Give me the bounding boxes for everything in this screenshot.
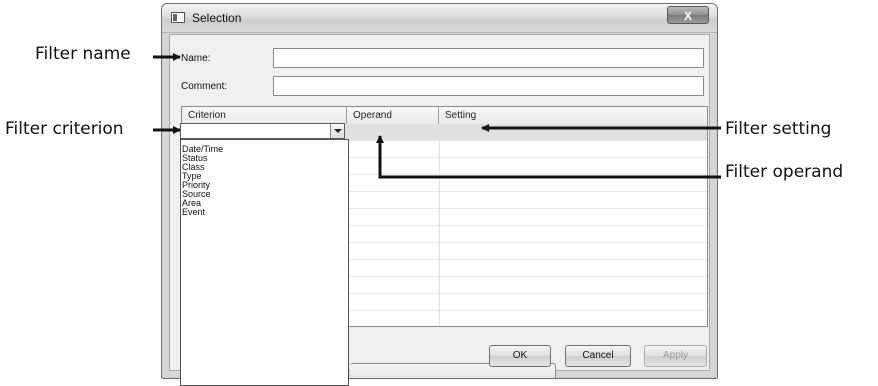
close-button[interactable]: X: [667, 6, 709, 24]
comment-input[interactable]: [273, 76, 704, 96]
column-header-setting[interactable]: Setting: [439, 107, 707, 124]
dropdown-arrow-icon: [334, 129, 342, 133]
column-header-operand[interactable]: Operand: [347, 107, 439, 124]
apply-button[interactable]: Apply: [644, 345, 707, 367]
callout-filter-setting: Filter setting: [725, 119, 832, 139]
comment-label: Comment:: [181, 81, 228, 92]
criterion-dropdown-list[interactable]: Date/Time Status Class Type Priority Sou…: [180, 139, 349, 386]
callout-filter-criterion: Filter criterion: [5, 119, 124, 139]
cancel-button[interactable]: Cancel: [565, 345, 631, 367]
column-header-criterion[interactable]: Criterion: [182, 107, 347, 124]
window-title: Selection: [192, 11, 242, 25]
combobox-dropdown-button[interactable]: [330, 124, 344, 138]
name-input[interactable]: [273, 48, 704, 68]
criterion-combobox[interactable]: [180, 123, 345, 139]
dropdown-option-event[interactable]: Event: [182, 208, 205, 217]
callout-filter-operand: Filter operand: [725, 162, 844, 182]
ok-button[interactable]: OK: [489, 345, 551, 367]
title-bar[interactable]: Selection X: [162, 4, 717, 33]
name-label: Name:: [181, 53, 211, 64]
window-app-icon: [171, 12, 185, 23]
close-icon: X: [683, 9, 692, 23]
callout-filter-name: Filter name: [35, 44, 131, 64]
